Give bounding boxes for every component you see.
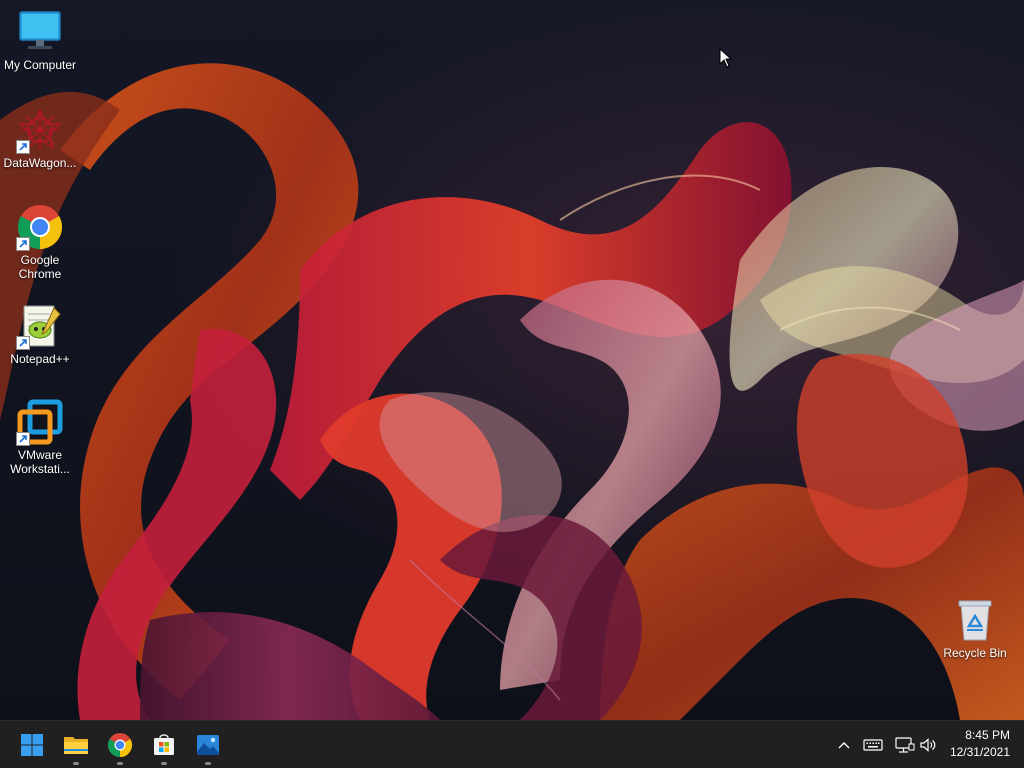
shortcut-arrow-icon xyxy=(16,237,30,251)
desktop-icon-datawagon[interactable]: DataWagon... xyxy=(0,106,80,170)
keyboard-button[interactable] xyxy=(861,733,885,757)
clock-date: 12/31/2021 xyxy=(949,745,1010,759)
monitor-icon xyxy=(16,8,64,56)
desktop-icon-my-computer[interactable]: My Computer xyxy=(0,8,80,72)
taskbar-microsoft-store[interactable] xyxy=(146,727,182,765)
desktop-icon-label: Google Chrome xyxy=(18,253,62,281)
notepadpp-icon xyxy=(16,302,64,350)
chrome-icon xyxy=(16,203,64,251)
datawagon-icon xyxy=(16,106,64,154)
shortcut-arrow-icon xyxy=(16,140,30,154)
network-icon xyxy=(895,737,915,753)
shortcut-arrow-icon xyxy=(16,432,30,446)
clock-time: 8:45 PM xyxy=(965,728,1010,742)
shortcut-arrow-icon xyxy=(16,336,30,350)
wallpaper-ribbons xyxy=(0,63,1024,720)
desktop-icon-notepadpp[interactable]: Notepad++ xyxy=(0,302,80,366)
network-button[interactable] xyxy=(892,733,916,757)
desktop-icon-label: Recycle Bin xyxy=(943,646,1007,660)
desktop-icon-label: DataWagon... xyxy=(3,156,77,170)
file-explorer-icon xyxy=(64,737,88,754)
running-indicator xyxy=(205,762,211,765)
recycle-bin-icon xyxy=(951,596,999,644)
desktop-icon-vmware-workstation[interactable]: VMware Workstati... xyxy=(0,398,80,476)
chrome-icon xyxy=(107,733,133,757)
start-button[interactable] xyxy=(14,727,50,763)
show-hidden-icons-button[interactable] xyxy=(832,733,856,757)
photos-icon xyxy=(197,735,219,755)
running-indicator xyxy=(117,762,123,765)
taskbar: 8:45 PM 12/31/2021 xyxy=(0,720,1024,768)
taskbar-file-explorer[interactable] xyxy=(58,727,94,765)
desktop[interactable]: My Computer DataWagon... Google Chrome N… xyxy=(0,0,1024,720)
chevron-up-icon xyxy=(838,742,850,749)
desktop-icon-label: Notepad++ xyxy=(10,352,70,366)
running-indicator xyxy=(161,762,167,765)
desktop-icon-label: VMware Workstati... xyxy=(10,448,70,476)
desktop-icon-recycle-bin[interactable]: Recycle Bin xyxy=(935,596,1015,660)
taskbar-photos[interactable] xyxy=(190,727,226,765)
keyboard-icon xyxy=(863,739,883,751)
taskbar-clock[interactable]: 8:45 PM 12/31/2021 xyxy=(930,727,1010,761)
desktop-icon-google-chrome[interactable]: Google Chrome xyxy=(0,203,80,281)
windows-start-icon xyxy=(21,734,43,756)
taskbar-google-chrome[interactable] xyxy=(102,727,138,765)
vmware-icon xyxy=(16,398,64,446)
running-indicator xyxy=(73,762,79,765)
desktop-icon-label: My Computer xyxy=(3,58,77,72)
mouse-cursor-icon xyxy=(719,48,733,68)
store-icon xyxy=(154,734,174,755)
